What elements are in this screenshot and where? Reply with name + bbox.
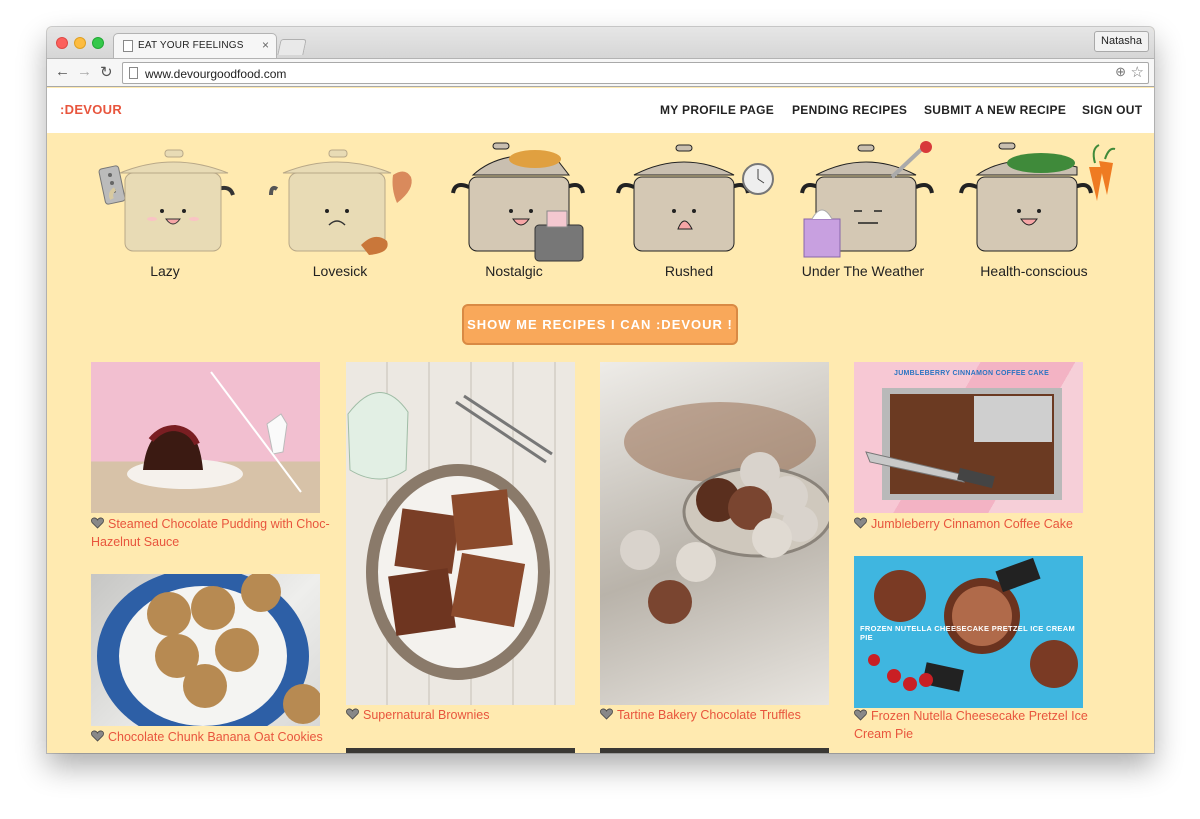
show-recipes-button[interactable]: SHOW ME RECIPES I CAN :DEVOUR !: [462, 304, 738, 345]
star-icon[interactable]: ☆: [1131, 63, 1144, 81]
close-window-button[interactable]: [56, 37, 68, 49]
recipe-title-text[interactable]: Tartine Bakery Chocolate Truffles: [617, 708, 801, 722]
mood-health-conscious[interactable]: Health-conscious: [959, 137, 1116, 282]
under-the-weather-pot-icon: [800, 141, 934, 258]
recipe-title[interactable]: Tartine Bakery Chocolate Truffles: [600, 706, 840, 724]
mood-label: Lovesick: [312, 263, 368, 279]
nav-my-profile-page[interactable]: MY PROFILE PAGE: [660, 103, 774, 117]
reload-icon[interactable]: ↻: [100, 63, 113, 81]
recipe-photo-next[interactable]: [600, 748, 829, 753]
back-arrow-icon[interactable]: ←: [55, 63, 70, 80]
site-logo[interactable]: :DEVOUR: [60, 102, 122, 117]
nostalgic-pot-icon: [451, 142, 585, 262]
new-tab-button[interactable]: [277, 39, 307, 55]
photo-caption: FROZEN NUTELLA CHEESECAKE PRETZEL ICE CR…: [860, 624, 1075, 642]
truffles-photo: [620, 402, 829, 624]
address-bar[interactable]: www.devourgoodfood.com ⊕ ☆: [122, 62, 1149, 84]
recipe-photo-ice-cream-pie[interactable]: FROZEN NUTELLA CHEESECAKE PRETZEL ICE CR…: [854, 556, 1083, 708]
minimize-window-button[interactable]: [74, 37, 86, 49]
chocolate-pudding-photo: [127, 371, 302, 493]
lazy-pot-icon: [98, 149, 235, 252]
heart-icon[interactable]: [600, 708, 613, 720]
heart-icon[interactable]: [346, 708, 359, 720]
mood-lazy[interactable]: Lazy: [90, 137, 240, 282]
recipe-title[interactable]: Chocolate Chunk Banana Oat Cookies: [91, 728, 331, 746]
photo-caption: JUMBLEBERRY CINNAMON COFFEE CAKE: [894, 370, 1050, 377]
forward-arrow-icon[interactable]: →: [77, 63, 92, 80]
mood-label: Under The Weather: [801, 263, 925, 279]
tab-close-icon[interactable]: ×: [262, 38, 269, 52]
mood-label: Rushed: [664, 263, 714, 279]
heart-icon[interactable]: [91, 730, 104, 742]
brownies-photo: [347, 392, 553, 680]
nav-sign-out[interactable]: SIGN OUT: [1082, 103, 1142, 117]
lovesick-pot-icon: [269, 149, 412, 255]
heart-icon[interactable]: [854, 709, 867, 721]
site-header: :DEVOUR MY PROFILE PAGE PENDING RECIPES …: [47, 88, 1154, 133]
browser-toolbar: ← → ↻ www.devourgoodfood.com ⊕ ☆: [47, 58, 1154, 87]
recipe-title[interactable]: Frozen Nutella Cheesecake Pretzel Ice Cr…: [854, 707, 1094, 743]
mood-lovesick[interactable]: Lovesick: [265, 137, 415, 282]
health-conscious-pot-icon: [959, 142, 1116, 252]
recipe-title[interactable]: Supernatural Brownies: [346, 706, 586, 724]
heart-icon[interactable]: [854, 517, 867, 529]
recipe-title-text[interactable]: Supernatural Brownies: [363, 708, 489, 722]
mood-label: Lazy: [150, 263, 180, 279]
mood-under-the-weather[interactable]: Under The Weather: [788, 137, 938, 282]
zoom-icon[interactable]: ⊕: [1115, 64, 1126, 80]
page-icon: [129, 67, 138, 79]
coffee-cake-photo: [865, 388, 1062, 500]
tab-strip: EAT YOUR FEELINGS × Natasha: [47, 27, 1154, 58]
tab-title: EAT YOUR FEELINGS: [138, 40, 244, 51]
mood-label: Health-conscious: [980, 263, 1088, 279]
recipe-title-text[interactable]: Chocolate Chunk Banana Oat Cookies: [108, 730, 323, 744]
heart-icon[interactable]: [91, 517, 104, 529]
cookies-photo: [97, 574, 320, 726]
recipe-title-text[interactable]: Jumbleberry Cinnamon Coffee Cake: [871, 517, 1073, 531]
profile-button[interactable]: Natasha: [1094, 31, 1149, 52]
recipe-title-text[interactable]: Frozen Nutella Cheesecake Pretzel Ice Cr…: [854, 709, 1088, 741]
recipe-photo-truffles[interactable]: [600, 362, 829, 705]
nav-pending-recipes[interactable]: PENDING RECIPES: [792, 103, 907, 117]
recipe-photo-cookies[interactable]: [91, 574, 320, 726]
mood-nostalgic[interactable]: Nostalgic: [439, 137, 589, 282]
nav-submit-new-recipe[interactable]: SUBMIT A NEW RECIPE: [924, 103, 1066, 117]
recipe-photo-coffee-cake[interactable]: JUMBLEBERRY CINNAMON COFFEE CAKE: [854, 362, 1083, 513]
url-text[interactable]: www.devourgoodfood.com: [145, 67, 286, 81]
recipe-title[interactable]: Steamed Chocolate Pudding with Choc-Haze…: [91, 515, 331, 551]
browser-tab[interactable]: EAT YOUR FEELINGS ×: [113, 33, 277, 58]
page-icon: [123, 40, 133, 52]
recipe-photo-brownies[interactable]: [346, 362, 575, 705]
recipe-title-text[interactable]: Steamed Chocolate Pudding with Choc-Haze…: [91, 517, 330, 549]
recipe-photo-chocolate-pudding[interactable]: [91, 362, 320, 513]
mood-rushed[interactable]: Rushed: [614, 137, 774, 282]
browser-window: EAT YOUR FEELINGS × Natasha ← → ↻ www.de…: [47, 27, 1154, 753]
recipe-photo-next[interactable]: [346, 748, 575, 753]
mood-label: Nostalgic: [485, 263, 543, 279]
zoom-window-button[interactable]: [92, 37, 104, 49]
recipe-title[interactable]: Jumbleberry Cinnamon Coffee Cake: [854, 515, 1094, 533]
rushed-pot-icon: [616, 144, 774, 252]
